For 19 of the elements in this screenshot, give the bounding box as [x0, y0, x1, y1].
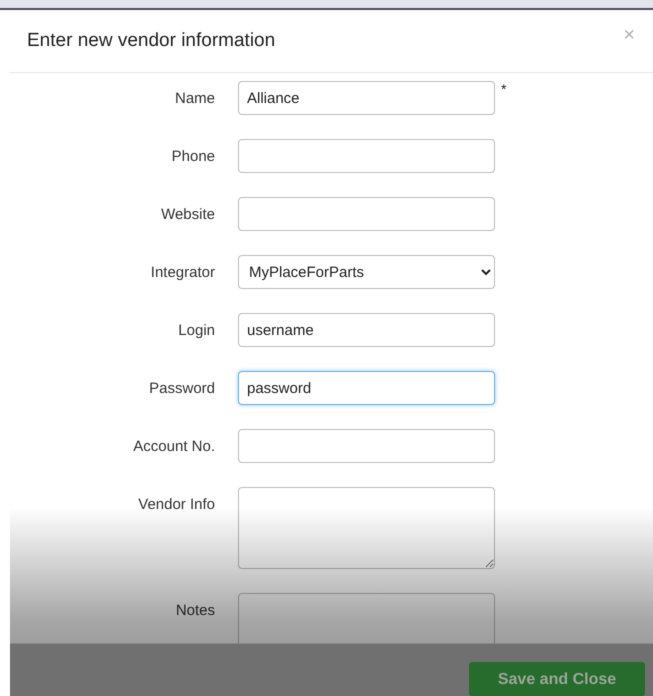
dropdown[interactable]: MyPlaceForParts	[238, 255, 495, 289]
field-label: Name	[174, 89, 215, 107]
input-field[interactable]	[238, 197, 495, 231]
field-label: Phone	[170, 147, 215, 165]
field-label: Integrator	[150, 263, 215, 281]
text-area[interactable]	[238, 487, 495, 569]
required-mark: *	[501, 81, 506, 97]
input-field[interactable]: username	[238, 313, 495, 347]
input-field[interactable]: Alliance	[238, 81, 495, 115]
field-label: Website	[160, 205, 215, 223]
input-field[interactable]	[238, 429, 495, 463]
input-field[interactable]	[238, 139, 495, 173]
input-field[interactable]: password	[238, 371, 495, 405]
field-label: Notes	[174, 601, 215, 619]
field-label: Vendor Info	[137, 495, 215, 513]
field-label: Password	[148, 379, 215, 397]
field-label: Account No.	[132, 437, 215, 455]
dialog-title: Enter new vendor information	[27, 30, 276, 52]
field-label: Login	[177, 321, 215, 339]
